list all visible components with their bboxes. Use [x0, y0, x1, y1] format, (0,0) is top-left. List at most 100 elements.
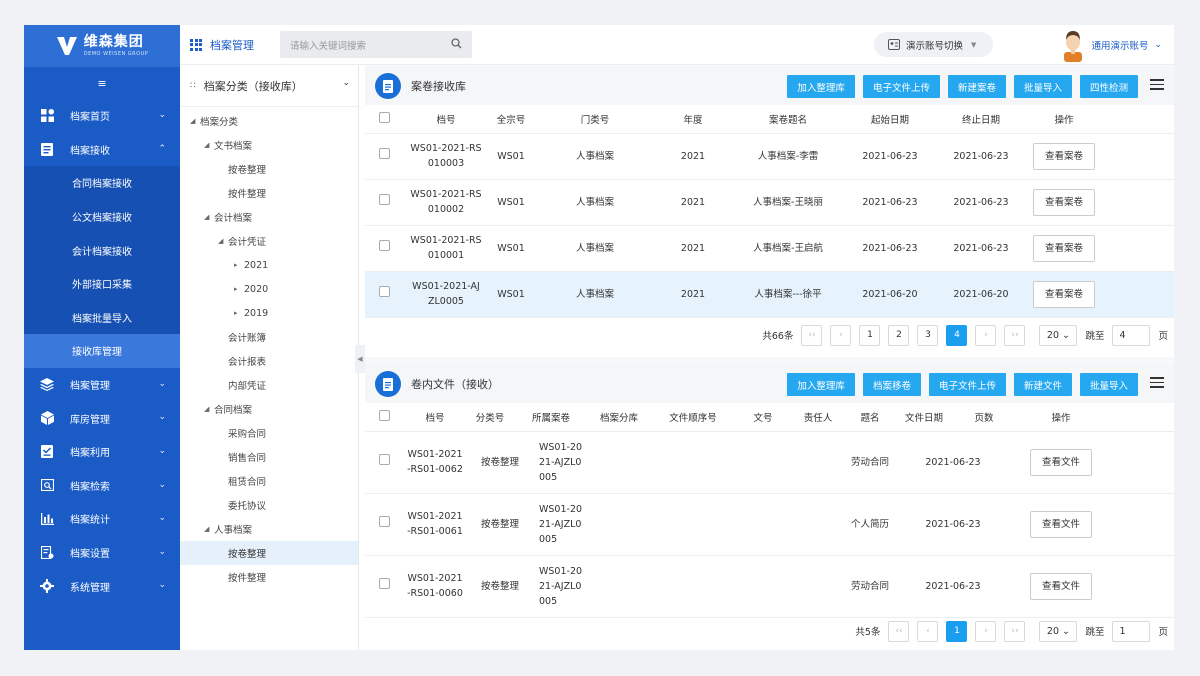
add-to-organize-button[interactable]: 加入整理库	[787, 373, 855, 396]
tree-node[interactable]: 内部凭证	[180, 373, 358, 397]
add-to-organize-button[interactable]: 加入整理库	[787, 75, 855, 98]
prev-page-button[interactable]: ‹	[830, 324, 852, 346]
page-button[interactable]: 1	[859, 324, 881, 346]
prev-page-button[interactable]: ‹	[917, 620, 939, 642]
table-row[interactable]: WS01-2021-RS01-0062 按卷整理WS01-2021-AJZL00…	[365, 431, 1174, 494]
tree-node[interactable]: 销售合同	[180, 445, 358, 469]
apps-grid-icon[interactable]	[190, 38, 202, 51]
tree-node[interactable]: ◢ 文书档案	[180, 133, 358, 157]
nav-utilize[interactable]: 档案利用 ⌄	[24, 435, 180, 469]
subnav-contract-receive[interactable]: 合同档案接收	[24, 166, 180, 200]
last-page-button[interactable]: ››	[1004, 620, 1026, 642]
next-page-button[interactable]: ›	[975, 324, 997, 346]
nav-receive[interactable]: 档案接收 ⌃	[24, 133, 180, 167]
last-page-button[interactable]: ››	[1004, 324, 1026, 346]
tree-node-selected[interactable]: 按卷整理	[180, 541, 358, 565]
page-size-select[interactable]: 20 ⌄	[1039, 620, 1078, 642]
row-checkbox[interactable]	[378, 240, 390, 251]
tree-header[interactable]: ∷ 档案分类（接收库） ⌄	[180, 65, 358, 107]
move-volume-button[interactable]: 档案移卷	[862, 373, 921, 396]
new-file-button[interactable]: 新建文件	[1013, 373, 1072, 396]
table-row[interactable]: WS01-2021-RS010003 WS01 人事档案 2021 人事档案-李…	[365, 133, 1174, 180]
tree-node[interactable]: 按卷整理	[180, 157, 358, 181]
column-settings-icon[interactable]	[1150, 79, 1164, 93]
view-volume-button[interactable]: 查看案卷	[1032, 188, 1095, 216]
tree-node[interactable]: 委托协议	[180, 493, 358, 517]
tree-node[interactable]: ◢ 档案分类	[180, 109, 358, 133]
jump-page-input[interactable]: 1	[1112, 620, 1151, 642]
bar-chart-icon	[40, 512, 54, 526]
subnav-doc-receive[interactable]: 公文档案接收	[24, 199, 180, 234]
table-row[interactable]: WS01-2021-RS010001 WS01 人事档案 2021 人事档案-王…	[365, 225, 1174, 272]
panel-collapse-handle[interactable]: ◀	[355, 345, 365, 373]
tree-node[interactable]: ◢ 会计凭证	[180, 229, 358, 253]
upload-file-button[interactable]: 电子文件上传	[862, 75, 940, 98]
page-button[interactable]: 3	[917, 324, 939, 346]
table-row[interactable]: WS01-2021-RS01-0061 按卷整理WS01-2021-AJZL00…	[365, 493, 1174, 556]
page-button-active[interactable]: 4	[946, 324, 968, 346]
page-button-active[interactable]: 1	[946, 620, 968, 642]
tree-node[interactable]: ▸ 2021	[180, 253, 358, 277]
nav-stats[interactable]: 档案统计 ⌄	[24, 502, 180, 536]
nav-home[interactable]: 档案首页 ⌄	[24, 99, 180, 133]
upload-file-button[interactable]: 电子文件上传	[928, 373, 1006, 396]
view-volume-button[interactable]: 查看案卷	[1032, 234, 1095, 262]
nav-warehouse[interactable]: 库房管理 ⌄	[24, 401, 180, 435]
four-check-button[interactable]: 四性检测	[1079, 75, 1138, 98]
row-checkbox[interactable]	[378, 286, 390, 297]
tree-node[interactable]: ◢ 会计档案	[180, 205, 358, 229]
subnav-external-collect[interactable]: 外部接口采集	[24, 266, 180, 301]
view-volume-button[interactable]: 查看案卷	[1032, 142, 1095, 170]
tree-node[interactable]: ◢ 人事档案	[180, 517, 358, 541]
nav-system[interactable]: 系统管理 ⌄	[24, 569, 180, 603]
subnav-receive-library[interactable]: 接收库管理	[24, 334, 180, 368]
cell-archive-no: WS01-2021-RS01-0061	[403, 493, 467, 556]
tree-node[interactable]: 按件整理	[180, 181, 358, 205]
table-row[interactable]: WS01-2021-RS01-0060 按卷整理WS01-2021-AJZL00…	[365, 555, 1174, 618]
jump-page-input[interactable]: 4	[1112, 324, 1151, 346]
view-file-button[interactable]: 查看文件	[1029, 510, 1092, 538]
batch-import-button[interactable]: 批量导入	[1013, 75, 1072, 98]
first-page-button[interactable]: ‹‹	[801, 324, 823, 346]
view-file-button[interactable]: 查看文件	[1029, 572, 1092, 600]
account-switch[interactable]: 演示账号切换 ▼	[874, 32, 993, 57]
row-checkbox[interactable]	[378, 194, 390, 205]
nav-settings[interactable]: 档案设置 ⌄	[24, 536, 180, 570]
column-settings-icon[interactable]	[1150, 377, 1164, 391]
row-checkbox[interactable]	[378, 578, 390, 589]
tree-node[interactable]: 采购合同	[180, 421, 358, 445]
tree-node[interactable]: ◢ 合同档案	[180, 397, 358, 421]
chevron-down-icon: ⌄	[158, 479, 166, 490]
menu-collapse-icon[interactable]: ≡	[24, 67, 180, 99]
logo: 维森集团 DEMO WEISEN GROUP	[24, 25, 180, 67]
subnav-batch-import[interactable]: 档案批量导入	[24, 300, 180, 335]
tree-node[interactable]: ▸ 2020	[180, 277, 358, 301]
nav-manage[interactable]: 档案管理 ⌄	[24, 368, 180, 402]
row-checkbox[interactable]	[378, 454, 390, 465]
view-volume-button[interactable]: 查看案卷	[1032, 280, 1095, 308]
next-page-button[interactable]: ›	[975, 620, 997, 642]
nav-search[interactable]: 档案检索 ⌄	[24, 469, 180, 503]
tree-node[interactable]: ▸ 2019	[180, 301, 358, 325]
select-all-checkbox[interactable]	[378, 409, 390, 421]
search-icon[interactable]	[451, 38, 462, 49]
search-input[interactable]: 请输入关键词搜索	[280, 31, 472, 58]
table-row[interactable]: WS01-2021-RS010002 WS01 人事档案 2021 人事档案-王…	[365, 179, 1174, 226]
table-row[interactable]: WS01-2021-AJZL0005 WS01 人事档案 2021 人事档案--…	[365, 271, 1174, 318]
new-volume-button[interactable]: 新建案卷	[947, 75, 1006, 98]
row-checkbox[interactable]	[378, 516, 390, 527]
subnav-accounting-receive[interactable]: 会计档案接收	[24, 233, 180, 267]
view-file-button[interactable]: 查看文件	[1029, 448, 1092, 476]
row-checkbox[interactable]	[378, 148, 390, 159]
tree-node[interactable]: 按件整理	[180, 565, 358, 589]
page-button[interactable]: 2	[888, 324, 910, 346]
nav-label: 档案检索	[70, 481, 110, 493]
tree-node[interactable]: 会计报表	[180, 349, 358, 373]
select-all-checkbox[interactable]	[378, 111, 390, 123]
user-menu[interactable]: 通用演示账号 ⌄	[1061, 28, 1162, 62]
batch-import-button[interactable]: 批量导入	[1079, 373, 1138, 396]
tree-node[interactable]: 会计账簿	[180, 325, 358, 349]
first-page-button[interactable]: ‹‹	[888, 620, 910, 642]
tree-node[interactable]: 租赁合同	[180, 469, 358, 493]
page-size-select[interactable]: 20 ⌄	[1039, 324, 1078, 346]
